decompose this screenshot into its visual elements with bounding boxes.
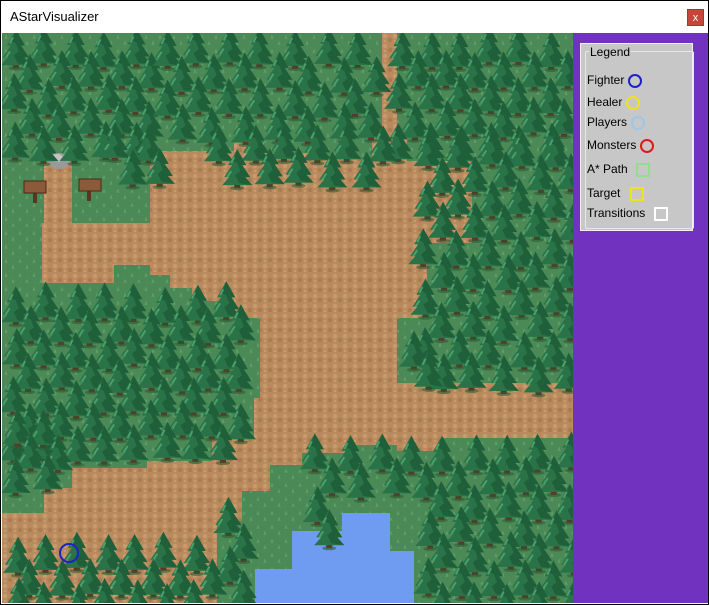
legend-label: A* Path xyxy=(587,162,628,176)
legend-title: Legend xyxy=(589,45,632,59)
astar-path-square-icon xyxy=(635,162,650,177)
legend-label: Transitions xyxy=(587,206,646,220)
fighter-circle-icon xyxy=(628,73,643,88)
legend-label: Monsters xyxy=(587,138,637,152)
legend-label: Players xyxy=(587,115,628,129)
target-square-icon xyxy=(630,186,645,201)
window-title: AStarVisualizer xyxy=(10,9,99,24)
legend-label: Target xyxy=(587,186,621,200)
monsters-circle-icon xyxy=(640,138,655,153)
legend-item-target: Target xyxy=(587,186,645,201)
app-window: AStarVisualizer x Legend Fighter Healer … xyxy=(0,0,709,605)
legend-panel: Legend Fighter Healer Players Monsters A… xyxy=(580,43,694,231)
transitions-square-icon xyxy=(654,206,669,221)
legend-item-players: Players xyxy=(587,115,646,130)
players-circle-icon xyxy=(631,115,646,130)
side-panel: Legend Fighter Healer Players Monsters A… xyxy=(573,33,708,603)
title-bar: AStarVisualizer x xyxy=(1,1,708,32)
legend-label: Healer xyxy=(587,95,623,109)
close-button[interactable]: x xyxy=(687,9,704,26)
legend-item-fighter: Fighter xyxy=(587,73,643,88)
map-canvas xyxy=(2,33,573,603)
game-map[interactable] xyxy=(2,33,573,603)
legend-item-monsters: Monsters xyxy=(587,138,655,153)
legend-item-astar-path: A* Path xyxy=(587,162,650,177)
healer-circle-icon xyxy=(626,95,641,110)
legend-label: Fighter xyxy=(587,73,625,87)
legend-item-transitions: Transitions xyxy=(587,206,669,221)
legend-item-healer: Healer xyxy=(587,95,641,110)
